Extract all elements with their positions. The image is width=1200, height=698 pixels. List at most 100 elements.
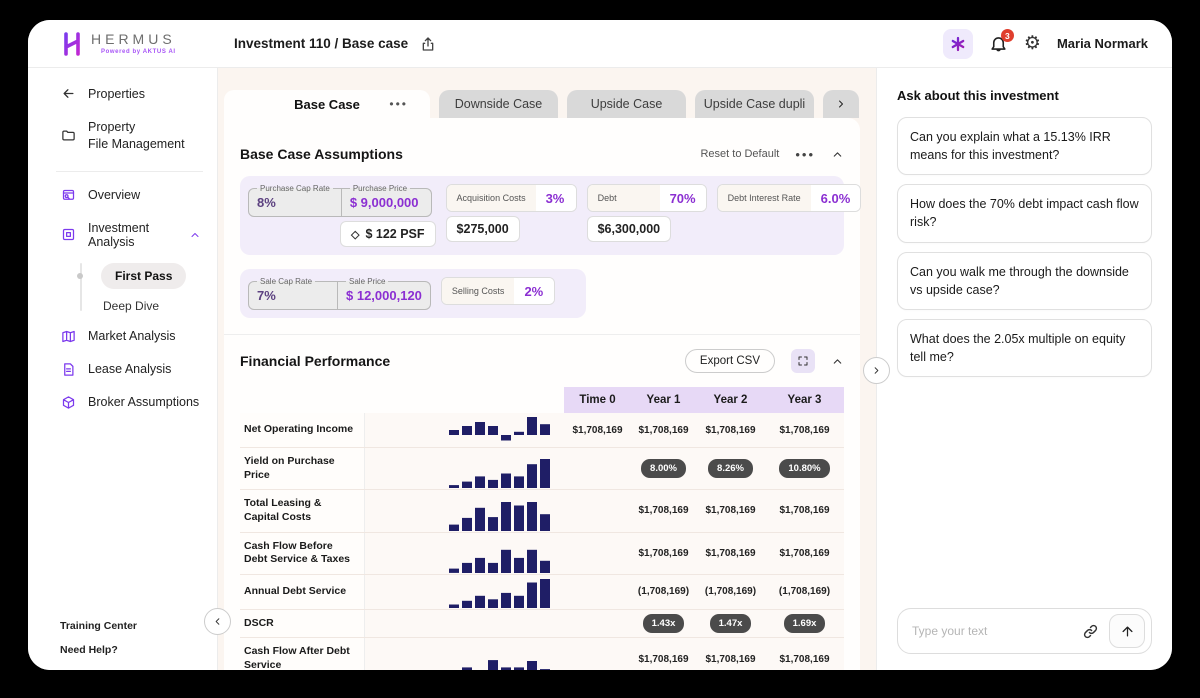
sidebar-item-investment-analysis[interactable]: Investment Analysis xyxy=(60,221,203,249)
send-button[interactable] xyxy=(1109,614,1145,648)
panel-collapse-button[interactable] xyxy=(863,357,890,384)
logo-text: HERMUS xyxy=(91,32,176,46)
hermus-logo-icon xyxy=(60,31,84,57)
fullscreen-button[interactable] xyxy=(791,349,815,373)
value-badge: 8.00% xyxy=(641,459,686,478)
map-icon xyxy=(60,329,76,344)
sidebar-item-lease-analysis[interactable]: Lease Analysis xyxy=(60,362,203,377)
row-value: (1,708,169) xyxy=(765,575,844,609)
row-sparkline xyxy=(365,638,564,670)
user-name[interactable]: Maria Normark xyxy=(1057,36,1148,51)
selling-costs-value: 2% xyxy=(514,278,554,304)
acquisition-costs-field[interactable]: Acquisition Costs 3% xyxy=(446,184,577,212)
folder-icon xyxy=(60,128,76,143)
section-divider xyxy=(224,334,860,335)
row-value: $1,708,169 xyxy=(696,413,765,447)
acquisition-amount-box[interactable]: $275,000 xyxy=(446,216,520,242)
share-icon[interactable] xyxy=(420,36,436,52)
sidebar: Properties Property File Management Over… xyxy=(28,68,218,670)
tab-upside-case-dupli[interactable]: Upside Case dupli xyxy=(695,90,814,118)
suggested-question-card[interactable]: What does the 2.05x multiple on equity t… xyxy=(897,319,1152,377)
purchase-cap-rate-value: 8% xyxy=(257,195,276,210)
value-badge: 1.43x xyxy=(643,614,685,633)
arrow-left-icon xyxy=(60,86,76,101)
psf-value-box[interactable]: ◇ $ 122 PSF xyxy=(340,221,436,247)
attach-link-icon[interactable] xyxy=(1082,623,1099,640)
assumptions-menu-icon[interactable]: ••• xyxy=(795,147,815,162)
debt-interest-rate-field[interactable]: Debt Interest Rate 6.0% xyxy=(717,184,862,212)
need-help-link[interactable]: Need Help? xyxy=(60,644,203,656)
arrow-up-icon xyxy=(1120,624,1135,639)
row-value xyxy=(564,575,631,609)
sidebar-item-broker-assumptions[interactable]: Broker Assumptions xyxy=(60,395,203,410)
row-value: $1,708,169 xyxy=(631,533,696,574)
purchase-cap-rate-field[interactable]: Purchase Cap Rate 8% xyxy=(248,184,342,217)
sidebar-item-market-analysis[interactable]: Market Analysis xyxy=(60,329,203,344)
export-csv-button[interactable]: Export CSV xyxy=(685,349,775,373)
table-row: Annual Debt Service(1,708,169)(1,708,169… xyxy=(240,575,844,610)
assumptions-title: Base Case Assumptions xyxy=(240,146,403,162)
suggested-questions: Can you explain what a 15.13% IRR means … xyxy=(897,117,1152,386)
logo[interactable]: HERMUS Powered by AKTUS AI xyxy=(28,31,218,57)
chevron-left-icon xyxy=(212,616,223,627)
performance-table-body: Net Operating Income$1,708,169$1,708,169… xyxy=(240,413,844,670)
performance-collapse-icon[interactable] xyxy=(831,355,844,368)
value-badge: 1.69x xyxy=(784,614,826,633)
debt-label: Debt xyxy=(588,185,660,211)
sidebar-back-properties[interactable]: Properties xyxy=(60,86,203,101)
sidebar-item-first-pass[interactable]: First Pass xyxy=(101,263,186,289)
tab-downside-case[interactable]: Downside Case xyxy=(439,90,558,118)
table-row: Yield on Purchase Price8.00%8.26%10.80% xyxy=(240,448,844,490)
debt-amount-box[interactable]: $6,300,000 xyxy=(587,216,672,242)
suggested-question-card[interactable]: How does the 70% debt impact cash flow r… xyxy=(897,184,1152,242)
row-sparkline xyxy=(365,575,564,609)
row-label: Cash Flow After Debt Service xyxy=(240,638,365,670)
row-value: $1,708,169 xyxy=(564,413,631,447)
sidebar-back-label: Properties xyxy=(88,87,145,101)
row-value: $1,708,169 xyxy=(696,533,765,574)
reset-to-default-link[interactable]: Reset to Default xyxy=(700,148,779,160)
suggested-question-card[interactable]: Can you explain what a 15.13% IRR means … xyxy=(897,117,1152,175)
purchase-price-field[interactable]: Purchase Price $ 9,000,000 xyxy=(342,184,432,217)
table-header-row: Time 0 Year 1 Year 2 Year 3 xyxy=(240,387,844,413)
case-tabs: Base Case••• Downside Case Upside Case Upsi… xyxy=(224,90,860,118)
selling-costs-field[interactable]: Selling Costs 2% xyxy=(441,277,556,305)
row-value: (1,708,169) xyxy=(696,575,765,609)
tab-base-case[interactable]: Base Case••• xyxy=(224,90,430,118)
chevron-up-icon[interactable] xyxy=(187,229,203,241)
training-center-link[interactable]: Training Center xyxy=(60,620,203,632)
sidebar-item-overview[interactable]: Overview xyxy=(60,188,203,203)
settings-gear-icon[interactable]: ⚙ xyxy=(1024,34,1041,53)
suggested-question-card[interactable]: Can you walk me through the downside vs … xyxy=(897,252,1152,310)
debt-amount: $6,300,000 xyxy=(598,222,661,236)
notifications-button[interactable]: 3 xyxy=(989,34,1008,53)
file-mgmt-line2: File Management xyxy=(88,137,185,151)
row-value xyxy=(564,490,631,531)
sidebar-item-deep-dive[interactable]: Deep Dive xyxy=(101,289,203,315)
ai-assistant-button[interactable] xyxy=(943,29,973,59)
sale-price-field[interactable]: Sale Price $ 12,000,120 xyxy=(338,277,431,310)
chat-placeholder: Type your text xyxy=(912,624,1072,638)
performance-table: Time 0 Year 1 Year 2 Year 3 Net Operatin… xyxy=(240,387,844,670)
tab-menu-icon[interactable]: ••• xyxy=(389,97,408,111)
sidebar-collapse-button[interactable] xyxy=(204,608,231,635)
chat-input[interactable]: Type your text xyxy=(897,608,1152,654)
table-row: Net Operating Income$1,708,169$1,708,169… xyxy=(240,413,844,448)
purchase-price-label: Purchase Price xyxy=(350,184,410,193)
debt-field[interactable]: Debt 70% xyxy=(587,184,707,212)
selling-costs-label: Selling Costs xyxy=(442,278,515,304)
row-sparkline xyxy=(365,490,564,531)
tab-upside-case[interactable]: Upside Case xyxy=(567,90,686,118)
sidebar-market-label: Market Analysis xyxy=(88,329,176,343)
tabs-scroll-right-button[interactable] xyxy=(823,90,859,118)
sale-cap-rate-field[interactable]: Sale Cap Rate 7% xyxy=(248,277,338,310)
debt-interest-rate-label: Debt Interest Rate xyxy=(718,185,811,211)
row-sparkline xyxy=(365,448,564,489)
row-value: 1.43x xyxy=(631,610,696,638)
row-value: 10.80% xyxy=(765,448,844,489)
sidebar-item-file-management[interactable]: Property File Management xyxy=(60,119,203,153)
row-value xyxy=(564,638,631,670)
debt-interest-rate-value: 6.0% xyxy=(811,185,861,211)
assumptions-collapse-icon[interactable] xyxy=(831,148,844,161)
performance-title: Financial Performance xyxy=(240,353,390,369)
